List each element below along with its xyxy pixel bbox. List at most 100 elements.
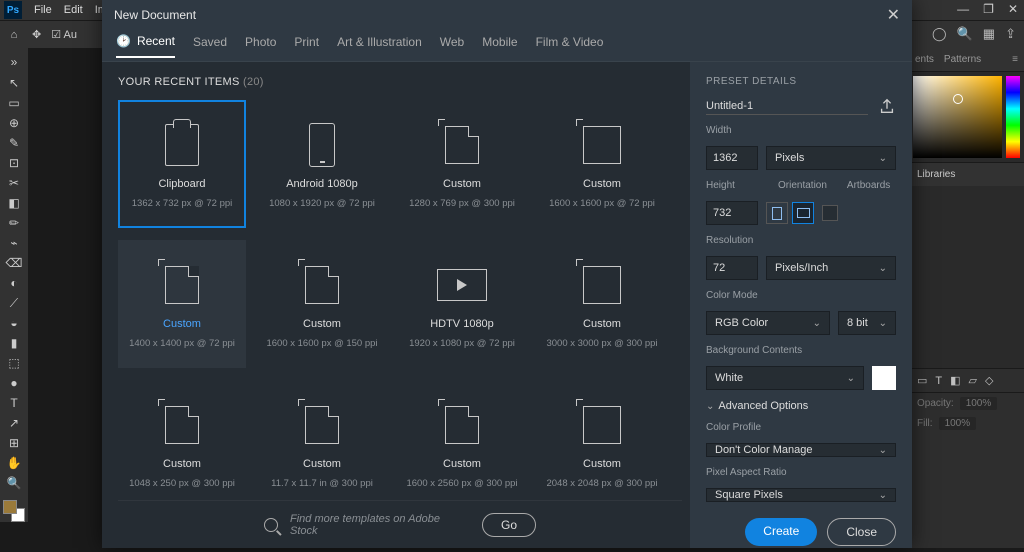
bitdepth-select[interactable]: 8 bit⌄ <box>838 311 896 335</box>
move-tool-icon[interactable]: ✥ <box>32 28 41 41</box>
menu-file[interactable]: File <box>28 4 58 16</box>
tool-item[interactable]: ✋ <box>2 453 26 473</box>
par-select[interactable]: Square Pixels⌄ <box>706 488 896 502</box>
tool-item[interactable]: ▭ <box>2 93 26 113</box>
width-input[interactable]: 1362 <box>706 146 758 170</box>
presets-pane: YOUR RECENT ITEMS (20) Clipboard1362 x 7… <box>102 62 690 548</box>
tab-print[interactable]: Print <box>294 35 319 57</box>
height-input[interactable]: 732 <box>706 201 758 225</box>
resolution-unit-select[interactable]: Pixels/Inch⌄ <box>766 256 896 280</box>
tool-item[interactable]: ◒ <box>2 313 26 333</box>
create-button[interactable]: Create <box>745 518 817 546</box>
dialog-close-icon[interactable]: ✕ <box>887 5 900 25</box>
tool-item[interactable]: ⊞ <box>2 433 26 453</box>
tool-item[interactable]: ⬚ <box>2 353 26 373</box>
menu-edit[interactable]: Edit <box>58 4 89 16</box>
orientation-portrait[interactable] <box>766 202 788 224</box>
tool-item[interactable]: ⊡ <box>2 153 26 173</box>
tool-item[interactable]: ✂ <box>2 173 26 193</box>
smart-icon[interactable]: ◇ <box>985 374 993 387</box>
preset-card[interactable]: Custom1600 x 1600 px @ 150 ppi <box>258 240 386 368</box>
close-button[interactable]: Close <box>827 518 896 546</box>
panel-menu-icon[interactable]: ≡ <box>1012 54 1018 65</box>
preset-meta: 11.7 x 11.7 in @ 300 ppi <box>271 478 373 489</box>
tab-photo[interactable]: Photo <box>245 35 276 57</box>
save-preset-icon[interactable] <box>878 97 896 115</box>
bg-swatch[interactable] <box>872 366 896 390</box>
preset-card[interactable]: Android 1080p1080 x 1920 px @ 72 ppi <box>258 100 386 228</box>
tool-item[interactable]: ✏ <box>2 213 26 233</box>
tool-item[interactable]: ✎ <box>2 133 26 153</box>
go-button[interactable]: Go <box>482 513 536 537</box>
tab-web[interactable]: Web <box>440 35 464 57</box>
home-icon[interactable]: ⌂ <box>6 27 22 43</box>
tool-item[interactable]: ▮ <box>2 333 26 353</box>
tab-film-video[interactable]: Film & Video <box>536 35 604 57</box>
panel-tab[interactable]: ents <box>915 54 934 65</box>
grid-icon[interactable]: ▦ <box>983 26 995 42</box>
auto-select-check[interactable]: ☑ Au <box>51 28 77 41</box>
stock-search-input[interactable]: Find more templates on Adobe Stock <box>290 513 470 537</box>
preset-card[interactable]: Custom1048 x 250 px @ 300 ppi <box>118 380 246 500</box>
tool-item[interactable]: ⟋ <box>2 293 26 313</box>
preset-card[interactable]: HDTV 1080p1920 x 1080 px @ 72 ppi <box>398 240 526 368</box>
color-profile-select[interactable]: Don't Color Manage⌄ <box>706 443 896 457</box>
color-ring-icon <box>953 94 963 104</box>
tab-art-illustration[interactable]: Art & Illustration <box>337 35 422 57</box>
fg-swatch[interactable] <box>3 500 17 514</box>
preset-card[interactable]: Custom2048 x 2048 px @ 300 ppi <box>538 380 666 500</box>
square-icon <box>577 400 627 450</box>
preset-card[interactable]: Clipboard1362 x 732 px @ 72 ppi <box>118 100 246 228</box>
adj-layer-icon[interactable]: ◧ <box>950 374 960 387</box>
tool-item[interactable]: T <box>2 393 26 413</box>
artboards-checkbox[interactable] <box>822 205 838 221</box>
bg-select[interactable]: White⌄ <box>706 366 864 390</box>
preset-card[interactable]: Custom11.7 x 11.7 in @ 300 ppi <box>258 380 386 500</box>
orientation-landscape[interactable] <box>792 202 814 224</box>
preset-card[interactable]: Custom1280 x 769 px @ 300 ppi <box>398 100 526 228</box>
hue-slider[interactable] <box>1006 76 1020 158</box>
tab-mobile[interactable]: Mobile <box>482 35 517 57</box>
color-swatches[interactable] <box>3 500 25 522</box>
tab-saved[interactable]: Saved <box>193 35 227 57</box>
color-field[interactable] <box>913 76 1002 158</box>
chevron-down-icon: ⌄ <box>847 373 855 384</box>
tool-item[interactable]: ⊕ <box>2 113 26 133</box>
preset-name: Clipboard <box>158 178 205 190</box>
libraries-tab[interactable]: Libraries <box>917 169 955 180</box>
tool-item[interactable]: 🔍 <box>2 473 26 493</box>
preset-card[interactable]: Custom1400 x 1400 px @ 72 ppi <box>118 240 246 368</box>
panel-tab-patterns[interactable]: Patterns <box>944 54 981 65</box>
advanced-toggle[interactable]: ⌄Advanced Options <box>706 400 896 412</box>
tool-item[interactable]: ↗ <box>2 413 26 433</box>
window-max-icon[interactable]: ❐ <box>983 2 994 16</box>
resolution-input[interactable]: 72 <box>706 256 758 280</box>
shape-icon[interactable]: ▱ <box>969 374 977 387</box>
window-min-icon[interactable]: — <box>957 2 969 16</box>
tool-item[interactable]: » <box>2 52 26 72</box>
preset-card[interactable]: Custom1600 x 1600 px @ 72 ppi <box>538 100 666 228</box>
opacity-value[interactable]: 100% <box>960 397 998 410</box>
tool-item[interactable]: ● <box>2 373 26 393</box>
chevron-down-icon: ⌄ <box>879 445 887 456</box>
right-panels: ents Patterns ≡ Libraries ▭ T ◧ ▱ ◇ Opac… <box>909 48 1024 548</box>
tool-item[interactable]: ⌫ <box>2 253 26 273</box>
width-unit-select[interactable]: Pixels⌄ <box>766 146 896 170</box>
preset-name: HDTV 1080p <box>430 318 494 330</box>
text-layer-icon[interactable]: T <box>935 375 942 387</box>
tab-recent[interactable]: 🕑Recent <box>116 34 175 58</box>
preset-card[interactable]: Custom3000 x 3000 px @ 300 ppi <box>538 240 666 368</box>
colormode-select[interactable]: RGB Color⌄ <box>706 311 830 335</box>
tool-item[interactable]: ◐ <box>2 273 26 293</box>
preset-card[interactable]: Custom1600 x 2560 px @ 300 ppi <box>398 380 526 500</box>
fill-value[interactable]: 100% <box>939 417 977 430</box>
filter-icon[interactable]: ▭ <box>917 374 927 387</box>
tool-item[interactable]: ↖ <box>2 73 26 93</box>
doc-name-input[interactable]: Untitled-1 <box>706 98 868 115</box>
user-icon[interactable]: ◯ <box>932 26 947 42</box>
tool-item[interactable]: ◧ <box>2 193 26 213</box>
search-icon[interactable]: 🔍 <box>957 26 973 42</box>
tool-item[interactable]: ⌁ <box>2 233 26 253</box>
window-close-icon[interactable]: ✕ <box>1008 2 1018 16</box>
share-icon[interactable]: ⇪ <box>1005 26 1016 42</box>
